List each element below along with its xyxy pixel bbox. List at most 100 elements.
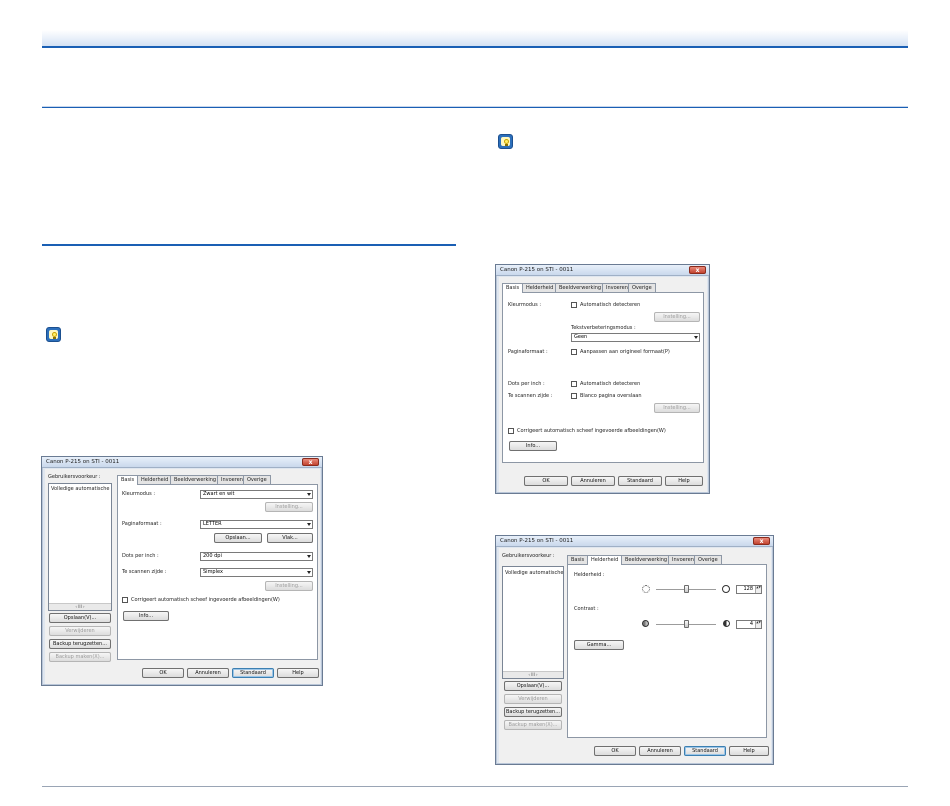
restore-backup-button[interactable]: Backup terugzetten... bbox=[49, 639, 111, 649]
tab-overige[interactable]: Overige bbox=[694, 555, 722, 564]
title-bar: Canon P-215 on STI - 0011 x bbox=[42, 457, 322, 468]
dialog-client: Basis Helderheid Beeldverwerking Invoere… bbox=[499, 277, 707, 492]
delete-pref-button[interactable]: Verwijderen bbox=[49, 626, 111, 636]
tab-helderheid[interactable]: Helderheid bbox=[587, 555, 623, 565]
make-backup-button[interactable]: Backup maken(X)... bbox=[49, 652, 111, 662]
header-band bbox=[42, 30, 908, 48]
fit-original-label: Aanpassen aan origineel formaat(P) bbox=[580, 349, 670, 355]
window-title: Canon P-215 on STI - 0011 bbox=[46, 459, 120, 465]
dpi-select[interactable]: 200 dpi bbox=[200, 552, 313, 561]
help-button[interactable]: Help bbox=[277, 668, 319, 678]
info-button[interactable]: Info... bbox=[123, 611, 169, 621]
tab-overige[interactable]: Overige bbox=[243, 475, 271, 484]
tab-panel: Kleurmodus : Automatisch detecteren Inst… bbox=[502, 292, 704, 463]
save-pref-button[interactable]: Opslaan(V)... bbox=[504, 681, 562, 691]
contrast-spinbox[interactable]: 4 ▲▼ bbox=[736, 620, 762, 629]
restore-backup-button[interactable]: Backup terugzetten... bbox=[504, 707, 562, 717]
help-button[interactable]: Help bbox=[665, 476, 703, 486]
contrast-slider-thumb[interactable] bbox=[683, 620, 689, 628]
tab-beeldverwerking[interactable]: Beeldverwerking bbox=[555, 283, 606, 292]
scan-side-label: Te scannen zijde : bbox=[122, 569, 167, 575]
fit-original-checkbox[interactable] bbox=[571, 349, 577, 355]
tab-basis[interactable]: Basis bbox=[567, 555, 589, 564]
contrast-high-icon bbox=[723, 620, 730, 627]
delete-pref-button[interactable]: Verwijderen bbox=[504, 694, 562, 704]
dpi-label: Dots per inch : bbox=[508, 381, 545, 387]
prefs-list[interactable]: Volledige automatische ‹ III › bbox=[502, 566, 564, 679]
dialog-client: Gebruikersvoorkeur : Volledige automatis… bbox=[45, 469, 320, 684]
color-settings-button[interactable]: Instelling... bbox=[265, 502, 313, 512]
chevron-down-icon bbox=[307, 523, 311, 526]
header-rule bbox=[42, 106, 908, 108]
ok-button[interactable]: OK bbox=[524, 476, 568, 486]
area-button[interactable]: Vlak... bbox=[267, 533, 313, 543]
dialog-brightness: Canon P-215 on STI - 0011 x Gebruikersvo… bbox=[495, 535, 774, 765]
tab-helderheid[interactable]: Helderheid bbox=[522, 283, 558, 292]
title-bar: Canon P-215 on STI - 0011 x bbox=[496, 265, 709, 276]
scan-side-label: Te scannen zijde : bbox=[508, 393, 553, 399]
info-button[interactable]: Info... bbox=[509, 441, 557, 451]
default-button[interactable]: Standaard bbox=[684, 746, 726, 756]
save-size-button[interactable]: Opslaan... bbox=[214, 533, 262, 543]
skip-blank-checkbox[interactable] bbox=[571, 393, 577, 399]
dialog-basic-settings: Canon P-215 on STI - 0011 x Gebruikersvo… bbox=[41, 456, 323, 686]
list-item[interactable]: Volledige automatische bbox=[505, 570, 563, 576]
cancel-button[interactable]: Annuleren bbox=[187, 668, 229, 678]
chevron-down-icon bbox=[694, 336, 698, 339]
page-size-select[interactable]: LETTER bbox=[200, 520, 313, 529]
tab-helderheid[interactable]: Helderheid bbox=[137, 475, 173, 484]
make-backup-button[interactable]: Backup maken(X)... bbox=[504, 720, 562, 730]
spin-arrows-icon[interactable]: ▲▼ bbox=[755, 586, 761, 593]
save-pref-button[interactable]: Opslaan(V)... bbox=[49, 613, 111, 623]
text-mode-label: Tekstverbeteringsmodus : bbox=[571, 325, 636, 331]
brightness-spinbox[interactable]: 128 ▲▼ bbox=[736, 585, 762, 594]
dpi-auto-checkbox[interactable] bbox=[571, 381, 577, 387]
tab-basis[interactable]: Basis bbox=[502, 283, 524, 293]
side-settings-button[interactable]: Instelling... bbox=[265, 581, 313, 591]
ok-button[interactable]: OK bbox=[594, 746, 636, 756]
color-mode-select[interactable]: Zwart en wit bbox=[200, 490, 313, 499]
prefs-list[interactable]: Volledige automatische ‹ III › bbox=[48, 483, 112, 611]
color-mode-label: Kleurmodus : bbox=[508, 302, 542, 308]
dpi-label: Dots per inch : bbox=[122, 553, 159, 559]
hint-icon bbox=[498, 134, 513, 149]
horizontal-scrollbar[interactable]: ‹ III › bbox=[49, 603, 111, 610]
list-item[interactable]: Volledige automatische bbox=[51, 486, 109, 492]
dpi-auto-label: Automatisch detecteren bbox=[580, 381, 641, 387]
contrast-low-icon bbox=[642, 620, 649, 627]
gamma-button[interactable]: Gamma... bbox=[574, 640, 624, 650]
default-button[interactable]: Standaard bbox=[618, 476, 662, 486]
ok-button[interactable]: OK bbox=[142, 668, 184, 678]
auto-detect-checkbox[interactable] bbox=[571, 302, 577, 308]
page-size-label: Paginaformaat : bbox=[508, 349, 548, 355]
horizontal-scrollbar[interactable]: ‹ III › bbox=[503, 671, 563, 678]
scan-side-select[interactable]: Simplex bbox=[200, 568, 313, 577]
deskew-label: Corrigeert automatisch scheef ingevoerde… bbox=[131, 597, 280, 603]
tab-beeldverwerking[interactable]: Beeldverwerking bbox=[621, 555, 672, 564]
color-mode-label: Kleurmodus : bbox=[122, 491, 156, 497]
contrast-value: 4 bbox=[749, 621, 753, 627]
close-icon[interactable]: x bbox=[302, 458, 319, 466]
help-button[interactable]: Help bbox=[729, 746, 769, 756]
title-bar: Canon P-215 on STI - 0011 x bbox=[496, 536, 773, 547]
spin-arrows-icon[interactable]: ▲▼ bbox=[755, 621, 761, 628]
text-mode-select[interactable]: Geen bbox=[571, 333, 700, 342]
deskew-checkbox[interactable] bbox=[508, 428, 514, 434]
chevron-down-icon bbox=[307, 571, 311, 574]
brightness-slider-thumb[interactable] bbox=[683, 585, 689, 593]
side-settings-button[interactable]: Instelling... bbox=[654, 403, 700, 413]
color-settings-button[interactable]: Instelling... bbox=[654, 312, 700, 322]
close-icon[interactable]: x bbox=[689, 266, 706, 274]
cancel-button[interactable]: Annuleren bbox=[639, 746, 681, 756]
tab-beeldverwerking[interactable]: Beeldverwerking bbox=[170, 475, 221, 484]
tab-overige[interactable]: Overige bbox=[628, 283, 656, 292]
tab-basis[interactable]: Basis bbox=[117, 475, 139, 485]
deskew-checkbox[interactable] bbox=[122, 597, 128, 603]
cancel-button[interactable]: Annuleren bbox=[571, 476, 615, 486]
window-title: Canon P-215 on STI - 0011 bbox=[500, 538, 574, 544]
default-button[interactable]: Standaard bbox=[232, 668, 274, 678]
footer-rule bbox=[42, 786, 908, 787]
dialog-client: Gebruikersvoorkeur : Volledige automatis… bbox=[499, 548, 771, 763]
close-icon[interactable]: x bbox=[753, 537, 770, 545]
page-size-value: LETTER bbox=[203, 521, 222, 527]
